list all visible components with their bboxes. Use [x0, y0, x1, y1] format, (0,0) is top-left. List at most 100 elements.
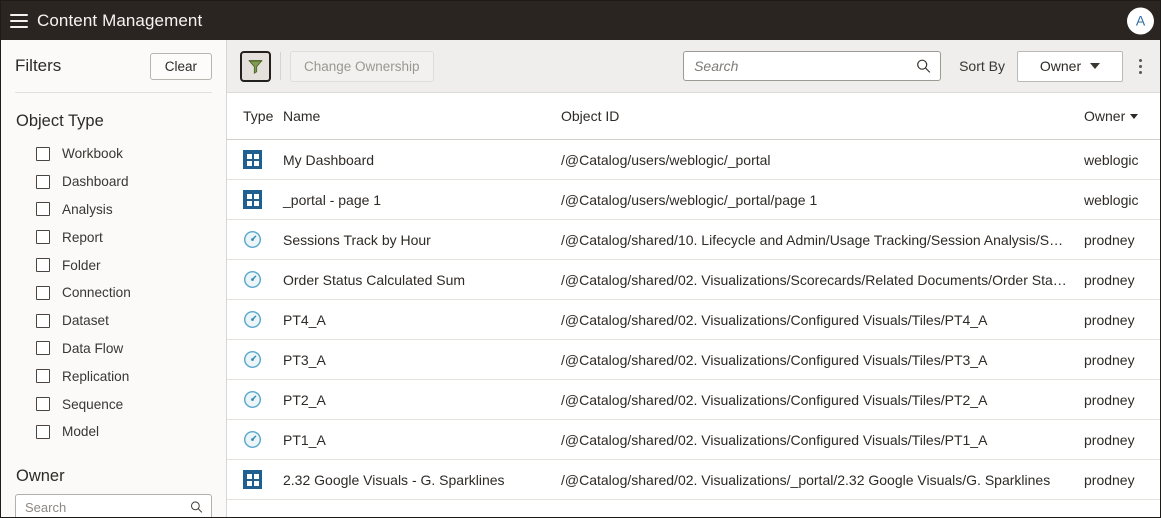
filter-label: Folder: [62, 257, 101, 273]
top-app-bar: Content Management A: [1, 1, 1160, 40]
checkbox-icon[interactable]: [36, 174, 50, 189]
analysis-icon: [243, 310, 262, 329]
checkbox-icon[interactable]: [36, 202, 50, 217]
filter-label: Sequence: [62, 396, 124, 412]
sort-descending-icon: [1130, 113, 1139, 119]
sort-by-label: Sort By: [959, 58, 1005, 74]
row-object-id: /@Catalog/shared/02. Visualizations/Conf…: [561, 351, 988, 368]
app-body: Filters Clear Object Type Workbook Dashb…: [1, 40, 1160, 517]
checkbox-icon[interactable]: [36, 285, 50, 300]
row-owner: weblogic: [1084, 191, 1139, 208]
filter-item-replication[interactable]: Replication: [15, 362, 212, 390]
analysis-icon: [243, 230, 262, 249]
filter-item-sequence[interactable]: Sequence: [15, 390, 212, 418]
toolbar-right-group: Sort By Owner: [683, 50, 1150, 82]
search-field[interactable]: [683, 51, 942, 81]
search-icon: [190, 501, 203, 514]
search-icon: [917, 59, 931, 73]
filters-sidebar: Filters Clear Object Type Workbook Dashb…: [1, 40, 227, 517]
funnel-filter-icon[interactable]: [240, 50, 271, 82]
clear-filters-button[interactable]: Clear: [149, 52, 212, 80]
analysis-icon: [243, 430, 262, 449]
filter-item-analysis[interactable]: Analysis: [15, 196, 212, 224]
filter-item-data-flow[interactable]: Data Flow: [15, 335, 212, 363]
filter-item-folder[interactable]: Folder: [15, 251, 212, 279]
table-row[interactable]: 2.32 Google Visuals - G. Sparklines /@Ca…: [227, 460, 1160, 500]
row-object-id: /@Catalog/shared/10. Lifecycle and Admin…: [561, 231, 1084, 248]
row-name: My Dashboard: [283, 151, 375, 168]
row-type-icon-cell: [235, 390, 283, 409]
filter-item-report[interactable]: Report: [15, 223, 212, 251]
table-row[interactable]: Sessions Track by Hour /@Catalog/shared/…: [227, 220, 1160, 260]
row-name: Sessions Track by Hour: [283, 231, 431, 248]
row-object-id: /@Catalog/users/weblogic/_portal/page 1: [561, 191, 818, 208]
page-title: Content Management: [37, 10, 203, 30]
row-name: 2.32 Google Visuals - G. Sparklines: [283, 471, 505, 488]
table-row[interactable]: PT4_A /@Catalog/shared/02. Visualization…: [227, 300, 1160, 340]
column-header-owner-label: Owner: [1084, 108, 1126, 124]
filter-label: Model: [62, 424, 100, 440]
row-object-id: /@Catalog/shared/02. Visualizations/_por…: [561, 471, 1051, 488]
row-name: PT2_A: [283, 391, 326, 408]
analysis-icon: [243, 390, 262, 409]
column-header-object-id[interactable]: Object ID: [561, 108, 1084, 124]
analysis-icon: [243, 270, 262, 289]
column-header-type[interactable]: Type: [235, 108, 283, 124]
table-row[interactable]: PT3_A /@Catalog/shared/02. Visualization…: [227, 340, 1160, 380]
table-row[interactable]: PT2_A /@Catalog/shared/02. Visualization…: [227, 380, 1160, 420]
avatar[interactable]: A: [1127, 7, 1154, 34]
checkbox-icon[interactable]: [36, 397, 50, 412]
checkbox-icon[interactable]: [36, 313, 50, 328]
owner-search-field[interactable]: [15, 493, 212, 517]
row-type-icon-cell: [235, 190, 283, 209]
table-row[interactable]: _portal - page 1 /@Catalog/users/weblogi…: [227, 180, 1160, 220]
column-header-owner[interactable]: Owner: [1084, 108, 1160, 124]
filter-item-dashboard[interactable]: Dashboard: [15, 168, 212, 196]
filter-label: Analysis: [62, 201, 113, 217]
sort-by-value: Owner: [1039, 58, 1082, 74]
analysis-icon: [243, 350, 262, 369]
search-input[interactable]: [694, 58, 911, 74]
kebab-menu-icon[interactable]: [1130, 51, 1150, 82]
table-row[interactable]: PT1_A /@Catalog/shared/02. Visualization…: [227, 420, 1160, 460]
hamburger-menu-icon[interactable]: [10, 13, 28, 28]
table-row[interactable]: My Dashboard /@Catalog/users/weblogic/_p…: [227, 140, 1160, 180]
filter-item-model[interactable]: Model: [15, 418, 212, 446]
row-owner: prodney: [1084, 391, 1135, 408]
row-name: PT1_A: [283, 431, 326, 448]
row-name: _portal - page 1: [283, 191, 382, 208]
checkbox-icon[interactable]: [36, 230, 50, 245]
main-content: Change Ownership Sort By Owner: [227, 40, 1160, 517]
row-object-id: /@Catalog/shared/02. Visualizations/Conf…: [561, 311, 988, 328]
checkbox-icon[interactable]: [36, 146, 50, 161]
filter-item-connection[interactable]: Connection: [15, 279, 212, 307]
filter-label: Workbook: [62, 146, 123, 162]
content-toolbar: Change Ownership Sort By Owner: [227, 40, 1160, 93]
filter-label: Dataset: [62, 313, 109, 329]
sort-by-dropdown[interactable]: Owner: [1017, 50, 1123, 82]
checkbox-icon[interactable]: [36, 341, 50, 356]
row-type-icon-cell: [235, 310, 283, 329]
row-object-id: /@Catalog/shared/02. Visualizations/Conf…: [561, 431, 988, 448]
filter-label: Data Flow: [62, 340, 124, 356]
checkbox-icon[interactable]: [36, 258, 50, 273]
filter-item-workbook[interactable]: Workbook: [15, 140, 212, 168]
column-header-name[interactable]: Name: [283, 108, 561, 124]
chevron-down-icon: [1090, 63, 1101, 69]
row-owner: prodney: [1084, 271, 1135, 288]
row-owner: weblogic: [1084, 151, 1139, 168]
filter-label: Connection: [62, 285, 131, 301]
checkbox-icon[interactable]: [36, 424, 50, 439]
row-owner: prodney: [1084, 431, 1135, 448]
object-type-filter-list: Workbook Dashboard Analysis Report Folde…: [15, 140, 212, 446]
table-row[interactable]: Order Status Calculated Sum /@Catalog/sh…: [227, 260, 1160, 300]
change-ownership-button[interactable]: Change Ownership: [290, 50, 434, 82]
filter-item-dataset[interactable]: Dataset: [15, 307, 212, 335]
row-type-icon-cell: [235, 270, 283, 289]
object-type-section-title: Object Type: [16, 112, 104, 130]
owner-search-input[interactable]: [25, 499, 185, 515]
owner-section-title: Owner: [16, 466, 65, 485]
checkbox-icon[interactable]: [36, 369, 50, 384]
row-name: PT3_A: [283, 351, 326, 368]
row-name: Order Status Calculated Sum: [283, 271, 466, 288]
